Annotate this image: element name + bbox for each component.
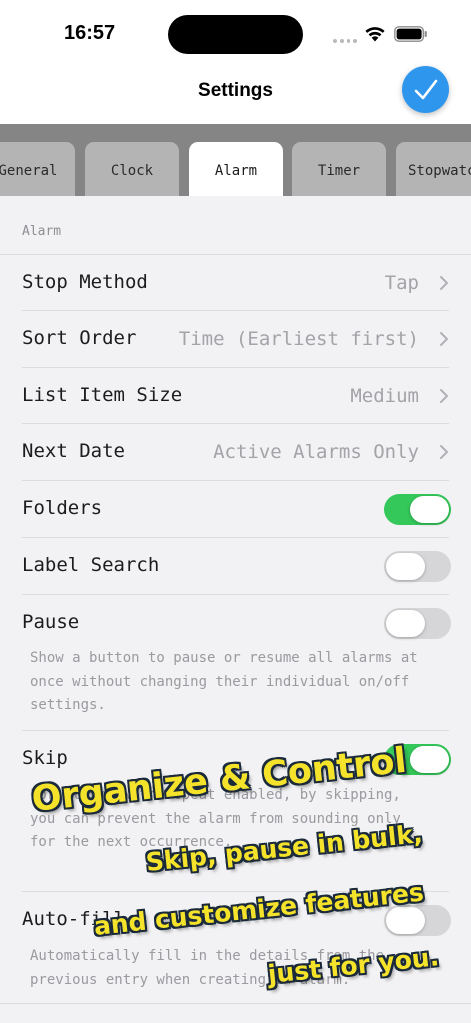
- page-title: Settings: [198, 80, 273, 101]
- tab-clock[interactable]: Clock: [85, 142, 179, 196]
- stop-method-value: Tap: [384, 272, 419, 294]
- list-item-size-row[interactable]: List Item Size Medium: [0, 368, 471, 424]
- label-search-row: Label Search: [0, 538, 471, 594]
- tab-stopwatch[interactable]: Stopwatch: [396, 142, 471, 196]
- navigation-bar: Settings: [0, 62, 471, 124]
- section-header: Alarm: [22, 224, 62, 239]
- list-item-size-label: List Item Size: [22, 384, 183, 406]
- skip-label: Skip: [22, 747, 68, 769]
- tab-timer[interactable]: Timer: [292, 142, 386, 196]
- sort-order-value: Time (Earliest first): [178, 328, 419, 350]
- chevron-right-icon: [440, 389, 448, 403]
- next-date-label: Next Date: [22, 440, 125, 462]
- label-search-label: Label Search: [22, 554, 160, 576]
- chevron-right-icon: [440, 445, 448, 459]
- chevron-right-icon: [440, 276, 448, 290]
- settings-tab-bar: General Clock Alarm Timer Stopwatch: [0, 124, 471, 196]
- pause-toggle[interactable]: [384, 608, 451, 639]
- status-bar: 16:57: [0, 0, 471, 62]
- wifi-icon: [365, 27, 385, 42]
- tab-general[interactable]: General: [0, 142, 75, 196]
- pause-label: Pause: [22, 611, 80, 633]
- dynamic-island: [168, 15, 303, 54]
- pause-row: Pause: [0, 595, 471, 651]
- folders-row: Folders: [0, 481, 471, 537]
- stop-method-row[interactable]: Stop Method Tap: [0, 255, 471, 311]
- next-date-row[interactable]: Next Date Active Alarms Only: [0, 424, 471, 480]
- sort-order-label: Sort Order: [22, 327, 137, 349]
- sort-order-row[interactable]: Sort Order Time (Earliest first): [0, 311, 471, 367]
- list-item-size-value: Medium: [350, 385, 419, 407]
- stop-method-label: Stop Method: [22, 271, 148, 293]
- folders-toggle[interactable]: [384, 494, 451, 525]
- status-time: 16:57: [64, 22, 116, 44]
- auto-fill-toggle[interactable]: [384, 905, 451, 936]
- battery-icon: [394, 26, 427, 42]
- tab-alarm[interactable]: Alarm: [189, 142, 283, 196]
- pause-description: Show a button to pause or resume all ala…: [30, 650, 418, 713]
- label-search-toggle[interactable]: [384, 551, 451, 582]
- checkmark-icon: [414, 79, 437, 99]
- divider: [0, 1003, 471, 1004]
- signal-dots-icon: [333, 39, 357, 43]
- next-date-value: Active Alarms Only: [213, 441, 419, 463]
- folders-label: Folders: [22, 497, 103, 519]
- done-button[interactable]: [402, 66, 449, 113]
- chevron-right-icon: [440, 332, 448, 346]
